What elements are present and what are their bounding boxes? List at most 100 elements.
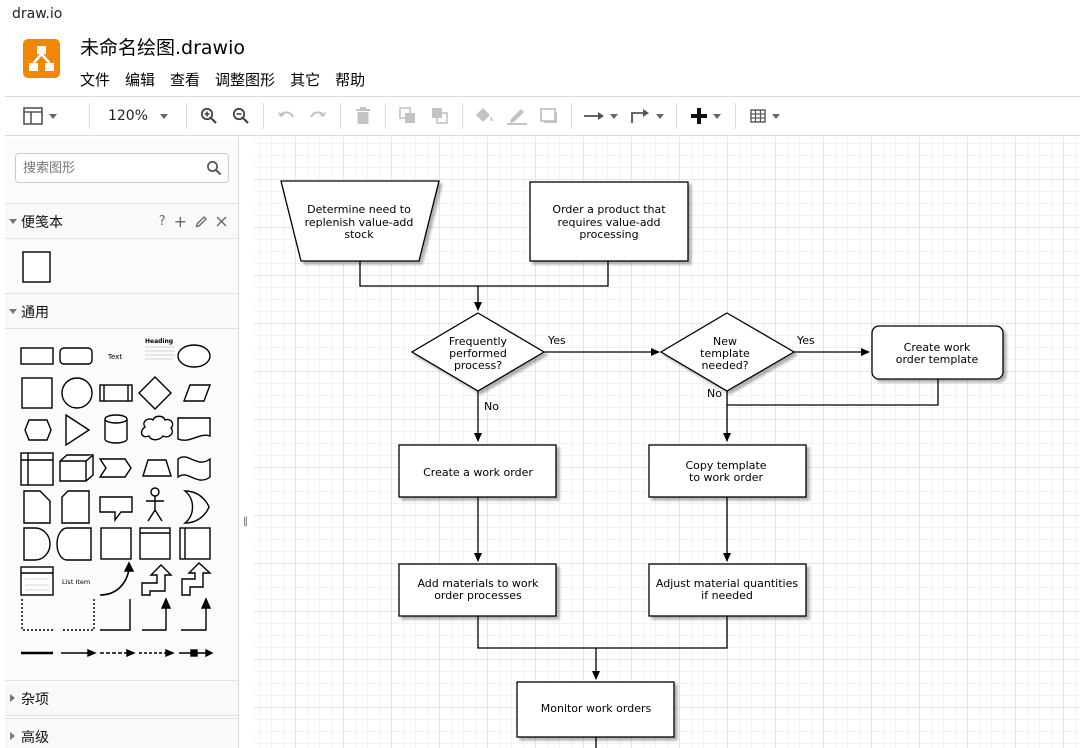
fill-bucket-icon [476, 108, 493, 122]
copy-template-text: to work order [689, 471, 763, 484]
connection-style-button[interactable] [578, 100, 624, 132]
adjust-materials-text: if needed [701, 589, 753, 602]
menu-extras[interactable]: 其它 [290, 69, 327, 91]
menu-file[interactable]: 文件 [80, 69, 117, 91]
undo-button[interactable] [270, 100, 302, 132]
menu-bar: 文件 编辑 查看 调整图形 其它 帮助 [80, 69, 380, 91]
waypoints-button[interactable] [624, 100, 670, 132]
toolbar-divider [462, 103, 463, 129]
shadow-button[interactable] [533, 100, 565, 132]
replenish-text: stock [344, 228, 374, 241]
zoom-select[interactable]: 120% [102, 100, 174, 132]
scratchpad-area [5, 239, 238, 293]
trash-icon [356, 107, 370, 124]
menu-help[interactable]: 帮助 [335, 69, 372, 91]
toolbar-divider [89, 103, 90, 129]
edit-icon[interactable] [195, 215, 208, 228]
search-icon[interactable] [206, 160, 222, 176]
search-input[interactable] [16, 154, 200, 182]
chevron-down-icon [160, 113, 169, 119]
menu-arrange[interactable]: 调整图形 [215, 69, 282, 91]
delete-button[interactable] [347, 100, 379, 132]
chevron-down-icon [49, 113, 57, 119]
zoom-in-button[interactable] [193, 100, 225, 132]
table-icon [750, 109, 766, 123]
section-misc[interactable]: 杂项 [5, 680, 238, 716]
expand-arrow-icon [10, 732, 15, 740]
toolbar-divider [186, 103, 187, 129]
plus-icon [691, 108, 707, 124]
panels-icon [23, 107, 43, 125]
toolbar-divider [676, 103, 677, 129]
chevron-down-icon [713, 113, 721, 119]
close-icon[interactable] [216, 216, 227, 227]
to-front-button[interactable] [392, 100, 424, 132]
collapse-arrow-icon [9, 219, 17, 224]
redo-icon [310, 111, 326, 118]
redo-button[interactable] [302, 100, 334, 132]
yes-label: Yes [547, 334, 566, 347]
menu-edit[interactable]: 编辑 [125, 69, 162, 91]
fill-color-button[interactable] [469, 100, 501, 132]
drawio-app: { "window": { "title": "draw.io" }, "hea… [0, 0, 1080, 748]
menu-view[interactable]: 查看 [170, 69, 207, 91]
table-button[interactable] [742, 100, 788, 132]
section-advanced[interactable]: 高级 [5, 718, 238, 748]
zoom-out-button[interactable] [225, 100, 257, 132]
line-color-button[interactable] [501, 100, 533, 132]
no-label: No [484, 400, 499, 413]
file-title[interactable]: 未命名绘图.drawio [80, 36, 245, 60]
toolbar: 120% [5, 96, 1080, 136]
toolbar-divider [263, 103, 264, 129]
sidebar-splitter-handle[interactable]: ‖ [243, 516, 248, 527]
toolbar-divider [571, 103, 572, 129]
diagram-canvas[interactable]: Determine need to replenish value-add st… [253, 137, 1080, 748]
collapse-arrow-icon [9, 309, 17, 314]
expand-arrow-icon [10, 694, 15, 702]
order-product-text: processing [579, 228, 638, 241]
pencil-icon [507, 109, 527, 125]
toolbar-divider [340, 103, 341, 129]
text-shape-label: Text [107, 353, 122, 361]
monitor-text: Monitor work orders [541, 702, 652, 715]
chevron-down-icon [610, 113, 618, 119]
toolbar-divider [385, 103, 386, 129]
toolbar-divider [735, 103, 736, 129]
section-title: 杂项 [21, 692, 49, 708]
add-button[interactable]: + [174, 212, 187, 231]
view-panels-button[interactable] [23, 100, 83, 132]
heading-shape-label: Heading [145, 338, 173, 345]
section-general[interactable]: 通用 [5, 293, 238, 329]
waypoint-icon [631, 109, 649, 123]
to-back-icon [432, 108, 448, 124]
zoom-in-icon [200, 107, 217, 124]
section-scratchpad[interactable]: 便笺本 ? + [5, 203, 238, 239]
arrow-right-icon [584, 112, 604, 120]
shapes-sidebar: 便笺本 ? + 通用 [5, 137, 239, 748]
window-title: draw.io [0, 0, 1080, 28]
to-front-icon [399, 107, 415, 123]
yes-label: Yes [796, 334, 815, 347]
section-title: 通用 [21, 305, 49, 321]
frequently-text: process? [454, 359, 502, 372]
to-back-button[interactable] [424, 100, 456, 132]
general-shapes-grid: Text Heading List Item [5, 329, 239, 679]
chevron-down-icon [656, 113, 664, 119]
shape-palette[interactable]: Text Heading List Item [5, 329, 239, 679]
new-template-text: needed? [701, 359, 748, 372]
section-title: 高级 [21, 730, 49, 746]
scratchpad-actions: ? + [159, 212, 227, 231]
square-shape[interactable] [18, 247, 58, 287]
create-template-text: order template [896, 353, 979, 366]
replenish-text: Determine need to [307, 203, 411, 216]
insert-button[interactable] [683, 100, 729, 132]
shape-search [15, 153, 229, 183]
zoom-out-icon [232, 107, 249, 124]
shadow-icon [540, 108, 557, 123]
help-button[interactable]: ? [159, 214, 166, 229]
list-item-shape-label: List Item [62, 578, 90, 586]
flowchart: Determine need to replenish value-add st… [280, 180, 1004, 748]
section-title: 便笺本 [21, 215, 63, 231]
app-header: 未命名绘图.drawio 文件 编辑 查看 调整图形 其它 帮助 [0, 28, 1080, 92]
order-product-text: Order a product that [552, 203, 666, 216]
